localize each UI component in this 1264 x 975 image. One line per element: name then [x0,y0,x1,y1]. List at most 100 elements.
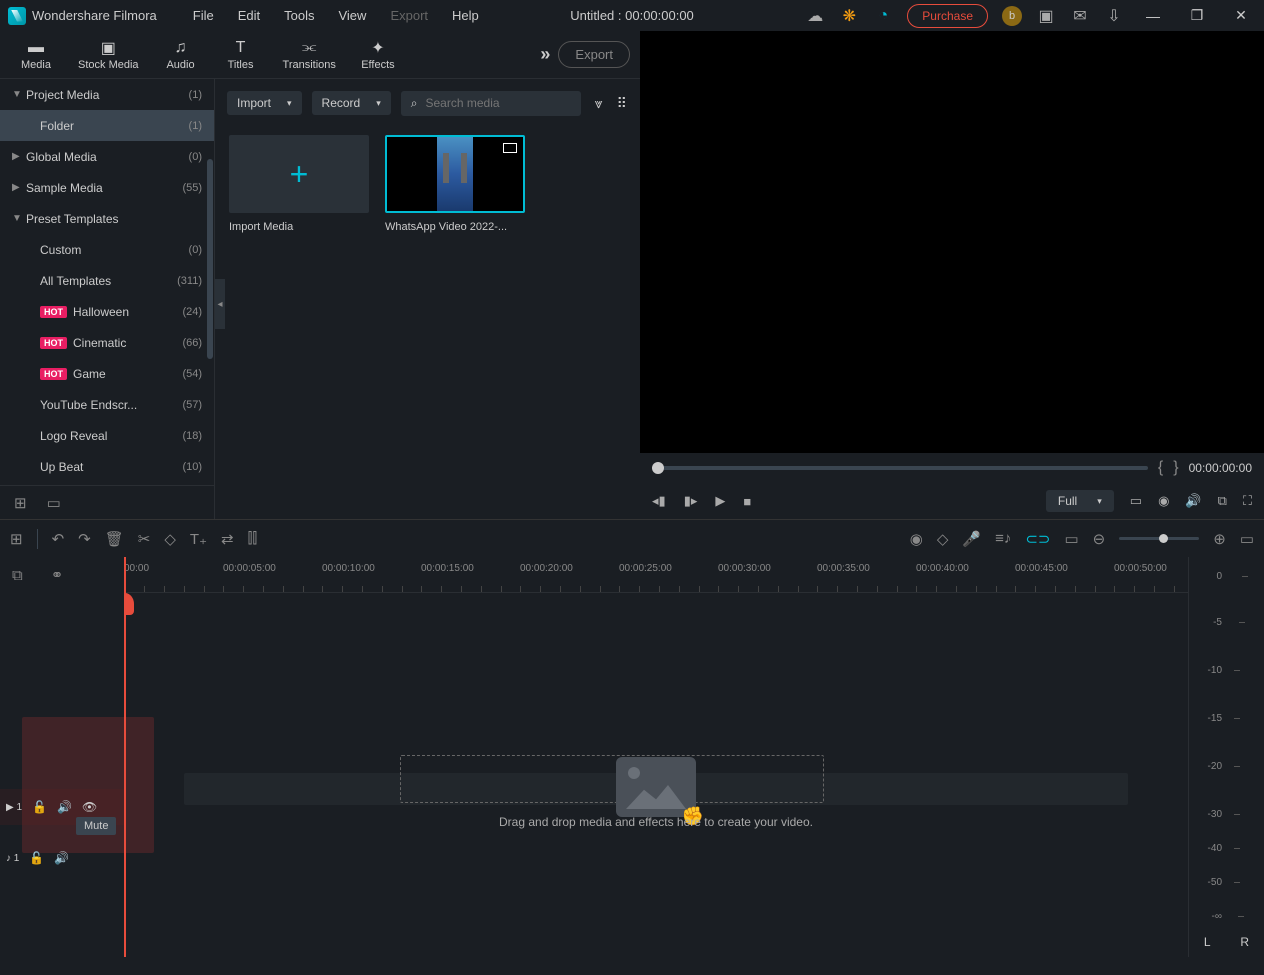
sidebar-item[interactable]: YouTube Endscr...(57) [0,389,214,420]
tab-media[interactable]: ▬ Media [6,35,66,75]
fit-icon[interactable]: ▭ [1064,530,1078,548]
folder-icon[interactable]: ▭ [47,494,61,512]
magnet-icon[interactable]: ⊂⊃ [1025,530,1050,548]
sidebar-item[interactable]: HOTGame(54) [0,358,214,389]
tab-audio[interactable]: ♫ Audio [151,35,211,75]
menu-file[interactable]: File [183,4,224,27]
redo-icon[interactable]: ↷ [78,530,91,548]
menu-help[interactable]: Help [442,4,489,27]
lightbulb-icon[interactable]: ❋ [839,6,859,26]
more-tabs-icon[interactable]: » [540,44,550,65]
timeline-ruler[interactable]: 00:0000:00:05:0000:00:10:0000:00:15:0000… [124,557,1188,593]
user-avatar[interactable]: b [1002,6,1022,26]
tab-effects[interactable]: ✦ Effects [348,35,408,75]
prev-frame-icon[interactable]: ◂▮ [652,493,666,509]
preview-video[interactable] [640,31,1264,453]
scrubber-handle[interactable] [652,462,664,474]
timeline-tracks[interactable]: 00:0000:00:05:0000:00:10:0000:00:15:0000… [124,557,1188,957]
lock-icon[interactable]: 🔓 [32,800,47,814]
media-clip[interactable]: WhatsApp Video 2022-... [385,135,525,233]
quality-dropdown[interactable]: Full ▾ [1046,490,1114,512]
undo-icon[interactable]: ↶ [52,530,65,548]
import-dropdown[interactable]: Import ▾ [227,91,302,115]
audio-mixer-icon[interactable]: ≡♪ [995,530,1011,547]
sidebar-item[interactable]: Custom(0) [0,234,214,265]
cloud-icon[interactable]: ☁ [805,6,825,26]
grid-icon[interactable]: ⊞ [10,530,23,548]
mute-icon[interactable]: 🔊 [57,800,72,814]
export-button[interactable]: Export [558,41,630,68]
sidebar-item[interactable]: HOTHalloween(24) [0,296,214,327]
zoom-in-icon[interactable]: ⊕ [1213,530,1226,548]
record-dropdown[interactable]: Record ▾ [312,91,391,115]
zoom-slider[interactable] [1119,537,1199,540]
zoom-out-icon[interactable]: ⊖ [1093,530,1106,548]
minimize-button[interactable]: — [1138,6,1168,26]
voiceover-icon[interactable]: 🎤 [962,530,981,548]
close-button[interactable]: ✕ [1226,6,1256,26]
sidebar-item[interactable]: Folder(1) [0,110,214,141]
text-add-icon[interactable]: T₊ [190,530,207,548]
sidebar-item[interactable]: ▶Global Media(0) [0,141,214,172]
volume-icon[interactable]: 🔊 [1185,493,1201,509]
search-box[interactable]: ⌕ [401,91,581,116]
plus-icon: + [290,156,309,193]
tab-stock-media[interactable]: ▣ Stock Media [66,35,151,75]
audio-track-header[interactable]: ♪ 1 🔓 🔊 [0,845,124,871]
next-frame-icon[interactable]: ▮▸ [684,493,698,509]
split-icon[interactable]: ✂ [138,530,151,548]
stop-icon[interactable]: ■ [743,494,751,509]
import-media-tile[interactable]: + Import Media [229,135,369,233]
save-icon[interactable]: ▣ [1036,6,1056,26]
sidebar-item[interactable]: ▶Sample Media(55) [0,172,214,203]
tab-transitions[interactable]: ⫘ Transitions [271,35,348,75]
menu-view[interactable]: View [328,4,376,27]
fit-zoom-icon[interactable]: ▭ [1240,530,1254,548]
lock-icon[interactable]: 🔓 [29,851,44,865]
sidebar-item[interactable]: All Templates(311) [0,265,214,296]
headphones-icon[interactable]: ◔ [873,6,893,26]
filter-icon[interactable]: ⩔ [595,95,603,112]
menu-edit[interactable]: Edit [228,4,270,27]
layers-icon[interactable]: ⧉ [12,567,23,584]
link-icon[interactable]: ⚭ [51,566,64,584]
titlebar: Wondershare Filmora File Edit Tools View… [0,0,1264,31]
mute-icon[interactable]: 🔊 [54,851,69,865]
clip-label: WhatsApp Video 2022-... [385,221,525,233]
out-point-icon[interactable]: } [1173,459,1178,477]
video-badge-icon [503,143,517,153]
maximize-button[interactable]: ❐ [1182,6,1212,26]
compare-icon[interactable]: ⧉ [1218,493,1227,509]
download-icon[interactable]: ⇩ [1104,6,1124,26]
sidebar-item[interactable]: Up Beat(10) [0,451,214,482]
sidebar-item[interactable]: ▼Project Media(1) [0,79,214,110]
render-icon[interactable]: ◉ [910,530,923,548]
scrubber-track[interactable] [652,466,1148,470]
visibility-icon[interactable]: 👁 [82,800,97,814]
grid-view-icon[interactable]: ⠿ [617,95,627,112]
play-icon[interactable]: ▶ [715,493,725,509]
purchase-button[interactable]: Purchase [907,4,988,28]
display-icon[interactable]: ▭ [1130,493,1142,509]
sidebar-item[interactable]: Logo Reveal(18) [0,420,214,451]
mixer-icon[interactable]: ⫿⫿ [248,530,258,547]
search-input[interactable] [426,96,571,110]
collapse-sidebar-button[interactable]: ◂ [215,279,225,329]
sidebar-item[interactable]: HOTCinematic(66) [0,327,214,358]
tab-titles[interactable]: T Titles [211,35,271,75]
menu-tools[interactable]: Tools [274,4,324,27]
sidebar-scrollbar[interactable] [207,159,213,359]
adjust-icon[interactable]: ⇄ [221,530,234,548]
playhead-handle[interactable] [124,593,134,615]
zoom-handle[interactable] [1159,534,1168,543]
sidebar-item[interactable]: ▼Preset Templates [0,203,214,234]
in-point-icon[interactable]: { [1158,459,1163,477]
playhead[interactable] [124,557,126,957]
new-folder-icon[interactable]: ⊞ [14,494,27,512]
marker-icon[interactable]: ◇ [937,530,949,548]
snapshot-icon[interactable]: ◉ [1158,493,1169,509]
mail-icon[interactable]: ✉ [1070,6,1090,26]
fullscreen-icon[interactable]: ⛶ [1243,493,1252,509]
delete-icon[interactable]: 🗑 [105,530,124,548]
tag-icon[interactable]: ◇ [164,530,176,548]
